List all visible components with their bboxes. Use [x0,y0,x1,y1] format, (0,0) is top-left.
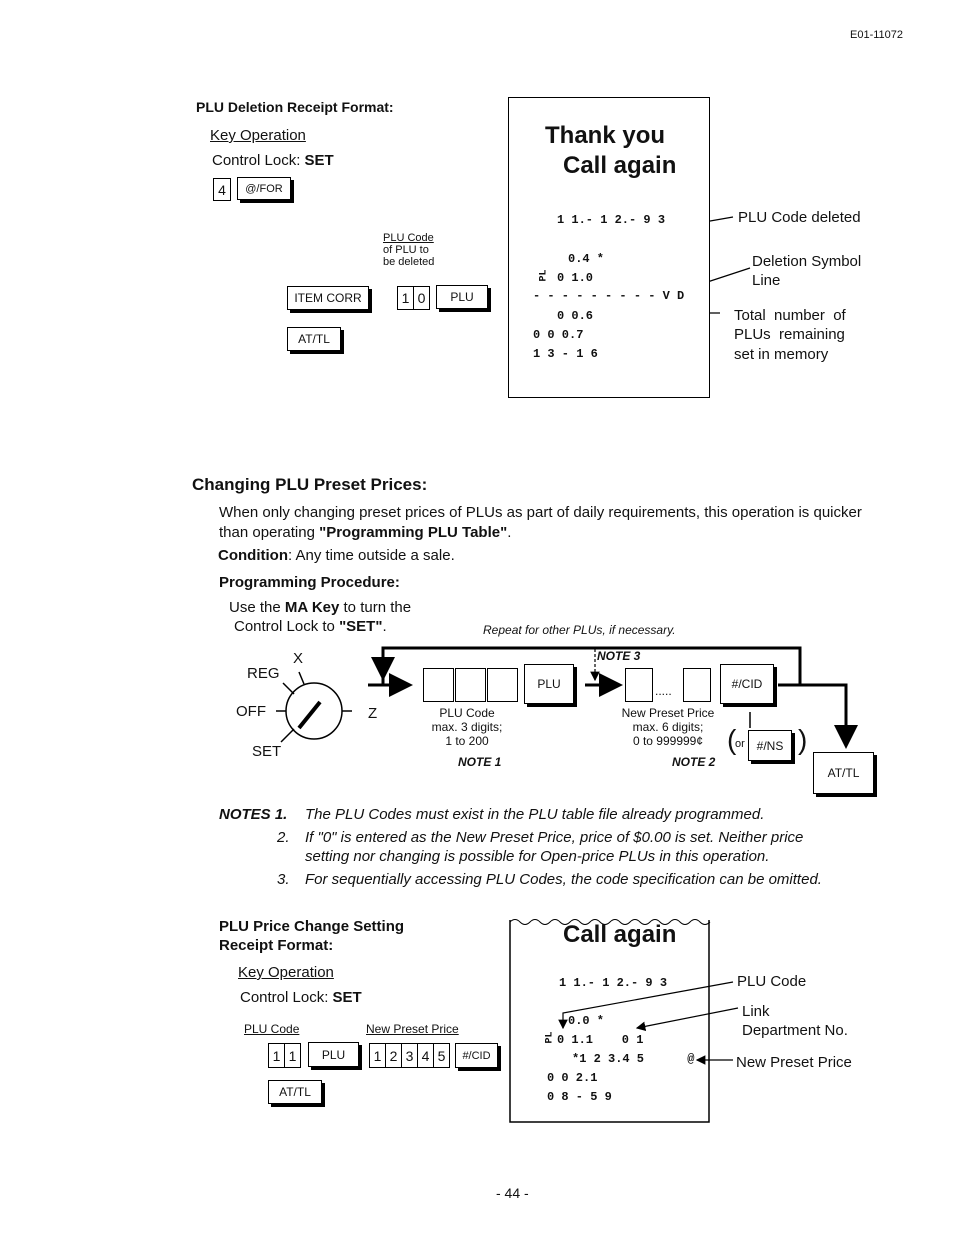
key-1: 1 [397,286,414,310]
digit-box [423,668,454,702]
digit-box [683,668,711,702]
receipt-line: 0.0 * [568,1014,605,1028]
procedure-text: Control Lock to "SET". [234,618,387,635]
doc-id: E01-11072 [850,29,904,41]
control-lock-text: Control Lock: SET [212,152,334,169]
condition-text: Condition: Any time outside a sale. [218,547,455,564]
page-number: - 44 - [496,1185,529,1201]
annotation: PLU Code deleted [738,209,861,226]
price-spec: New Preset Price max. 6 digits; 0 to 99999… [621,706,715,748]
lock-set: SET [252,743,282,760]
receipt-time: 0 8 - 5 9 [547,1090,612,1104]
paren-close: ) [798,724,808,755]
annotation: Deletion Symbol [752,253,862,270]
plu-code-label: PLU Code [244,1022,300,1036]
receipt-line: *1 2 3.4 5 @ [572,1052,695,1066]
dots: ..... [655,684,672,698]
key-operation-label: Key Operation [210,127,306,144]
key-3: 3 [401,1043,418,1068]
document-page: E01-11072 PLU Deletion Receipt Format: K… [0,0,954,1239]
key-attl: AT/TL [268,1080,322,1104]
control-lock-dial [276,671,352,743]
annotation: set in memory [734,346,829,363]
annotation: PLU Code [737,973,807,990]
annotation: Line [752,272,781,289]
lock-x: X [293,650,304,667]
receipt-message: Thank you [545,122,666,149]
key-5: 5 [433,1043,450,1068]
lock-z: Z [368,705,378,722]
key-plu: PLU [308,1042,359,1067]
receipt-line: 0 0 0.7 [533,328,584,342]
note-ref: NOTE 2 [672,755,716,769]
key-cid: #/CID [455,1043,498,1068]
annotation: Link [742,1003,770,1020]
key-attl: AT/TL [287,327,341,351]
or-label: or [735,738,745,750]
key-4: 4 [417,1043,434,1068]
receipt-line: - - - - - - - - - V D [533,289,685,303]
plu-code-note: PLU Code of PLU to be deleted [383,232,435,268]
receipt-line: 0 0 2.1 [547,1071,598,1085]
section-title: Changing PLU Preset Prices: [192,475,428,494]
section-title: PLU Deletion Receipt Format: [196,99,394,115]
key-operation-label: Key Operation [238,964,334,981]
key-for: @/FOR [237,177,291,200]
key-item-corr: ITEM CORR [287,286,369,310]
key-1: 1 [369,1043,386,1068]
plu-code-spec: PLU Code max. 3 digits; 1 to 200 [431,706,503,748]
note-ref: NOTE 1 [458,755,502,769]
key-0: 0 [413,286,430,310]
receipt-date: 1 1.- 1 2.- 9 3 [559,976,668,990]
key-1: 1 [284,1043,301,1068]
key-4: 4 [213,178,231,201]
new-price-label: New Preset Price [366,1022,459,1036]
note-ref: NOTE 3 [597,649,641,663]
digit-box [625,668,653,702]
receipt-line: 0 0.6 [557,309,594,323]
digit-box [455,668,486,702]
intro-paragraph: When only changing preset prices of PLUs… [219,504,862,541]
key-1: 1 [268,1043,285,1068]
key-plu: PLU [524,664,574,704]
section-title: PLU Price Change Setting [219,918,405,935]
key-ns: #/NS [748,730,792,761]
receipt-pl: PL [544,1031,556,1044]
receipt-date: 1 1.- 1 2.- 9 3 [557,213,666,227]
procedure-title: Programming Procedure: [219,574,400,591]
repeat-note: Repeat for other PLUs, if necessary. [483,623,676,637]
receipt-line: 0 1.1 0 1 [557,1033,644,1047]
annotation: New Preset Price [736,1054,852,1071]
receipt-message: Call again [563,152,677,179]
receipt-line: 0 1.0 [557,271,594,285]
annotation: Total number of [734,307,846,324]
key-attl: AT/TL [813,752,874,794]
control-lock-text: Control Lock: SET [240,989,362,1006]
key-cid: #/CID [720,664,774,704]
procedure-text: Use the MA Key to turn the [229,599,412,616]
annotation: Department No. [742,1022,848,1039]
receipt-pl: PL [538,269,550,282]
notes-list: NOTES 1. The PLU Codes must exist in the… [219,806,822,888]
lock-reg: REG [247,665,280,682]
digit-box [487,668,518,702]
section-title: Receipt Format: [219,937,334,954]
receipt-time: 1 3 - 1 6 [533,347,598,361]
lock-off: OFF [236,703,266,720]
receipt-message: Call again [563,921,677,948]
annotation: PLUs remaining [734,326,845,343]
key-2: 2 [385,1043,402,1068]
receipt-line: 0.4 * [568,252,605,266]
key-plu: PLU [436,285,488,309]
